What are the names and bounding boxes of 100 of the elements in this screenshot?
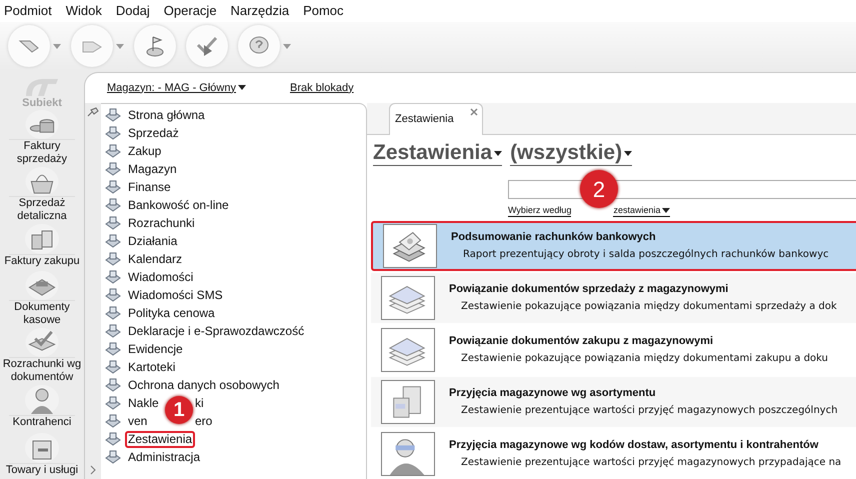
module-icon [105, 288, 121, 302]
dropdown-caret-icon[interactable] [53, 44, 61, 48]
dropdown-caret-icon[interactable] [283, 44, 291, 48]
report-description: Zestawienie prezentujące wartości przyjęć magazynowych przypadające na [460, 456, 842, 470]
nav-item[interactable]: Polityka cenowa [125, 304, 218, 322]
sidebar-item[interactable]: Rozrachunki wg dokumentów [0, 327, 84, 384]
lock-link[interactable]: Brak blokady [290, 80, 354, 96]
nav-item-text: ki [195, 395, 204, 412]
sidebar-item[interactable]: Faktury zakupu [0, 223, 84, 270]
module-icon [105, 144, 121, 158]
module-icon [105, 378, 121, 392]
nav-item[interactable]: Zakup [125, 142, 164, 160]
sidebar-item[interactable]: Faktury sprzedaży [0, 109, 84, 166]
close-icon[interactable] [470, 108, 478, 116]
menu-item[interactable]: Operacje [164, 1, 217, 21]
module-icon [105, 306, 121, 320]
category-dropdown[interactable]: Zestawienia [373, 141, 502, 166]
search-mode-dropdown[interactable]: Wybierz według [508, 205, 572, 217]
module-icon [105, 252, 121, 266]
nav-item[interactable]: ven [125, 414, 150, 428]
box-icon [24, 432, 60, 463]
toolbar-button[interactable] [186, 25, 228, 67]
tab[interactable]: Zestawienia [389, 103, 483, 135]
pin-icon[interactable] [87, 107, 99, 117]
toolbar-button[interactable] [71, 25, 113, 67]
menu-item[interactable]: Pomoc [303, 1, 344, 21]
nav-item[interactable]: Strona główna [125, 106, 208, 124]
person-icon [24, 384, 60, 416]
menu-item[interactable]: Podmiot [4, 1, 52, 21]
boxes-icon [24, 223, 60, 254]
report-item[interactable]: Przyjęcia magazynowe wg asortymentu Zestawienie prezentujące wartości przyjęć magazynowych poszczególnych [371, 377, 856, 427]
nav-item[interactable]: Ewidencje [125, 340, 186, 358]
basket-icon [24, 166, 60, 196]
nav-item[interactable]: Rozrachunki [125, 214, 198, 232]
filter-dropdown[interactable]: (wszystkie) [510, 141, 632, 166]
arrow-icon [18, 38, 40, 54]
module-icon [105, 180, 121, 194]
module-icon [105, 396, 121, 410]
report-description: Zestawienie pokazujące powiązania między dokumentami zakupu a doku [460, 352, 828, 366]
flag-icon [145, 35, 165, 57]
module-icon [105, 126, 121, 140]
sidebar-item[interactable]: Sprzedaż detaliczna [0, 166, 84, 224]
search-mode-text[interactable]: zestawienia [613, 205, 670, 217]
report-icon [381, 328, 435, 372]
toolbar-button[interactable] [8, 25, 50, 67]
check-icon [24, 327, 60, 358]
report-icon [381, 380, 435, 424]
module-icon [105, 162, 121, 176]
chevron-right-icon[interactable] [90, 465, 96, 475]
nav-item[interactable]: Administracja [125, 448, 204, 466]
nav-item[interactable]: Zestawienia [125, 430, 196, 448]
toolbar-button[interactable] [134, 25, 176, 67]
nav-item[interactable]: Ochrona danych osobowych [125, 376, 282, 394]
module-icon [105, 342, 121, 356]
sidebar-item[interactable]: Towary i usługi [0, 432, 84, 479]
nav-item[interactable]: Deklaracje i e-Sprawozdawczość [125, 322, 308, 340]
report-icon [383, 224, 437, 268]
menu-item[interactable]: Widok [66, 1, 102, 21]
nav-item[interactable]: Działania [125, 232, 180, 250]
module-icon [105, 324, 121, 338]
module-icon [105, 432, 121, 446]
module-icon [105, 360, 121, 374]
module-icon [105, 270, 121, 284]
caret-icon [494, 150, 502, 156]
sidebar-item[interactable]: Kontrahenci [0, 384, 84, 432]
check-icon [196, 35, 218, 57]
report-description: Raport prezentujący obroty i salda poszczególnych rachunków bankowyc [462, 248, 829, 262]
nav-item[interactable]: Nakle [125, 396, 162, 410]
module-icon [105, 234, 121, 248]
nav-item[interactable]: Magazyn [125, 160, 180, 178]
report-item[interactable]: Podsumowanie rachunków bankowych Raport prezentujący obroty i salda poszczególnych rachunków bankowyc [371, 221, 856, 271]
app-logo: Subiekt [22, 76, 62, 110]
nav-item[interactable]: Bankowość on-line [125, 196, 232, 214]
nav-item-text: ero [195, 413, 212, 430]
report-icon [381, 276, 435, 320]
report-item[interactable]: Powiązanie dokumentów sprzedaży z magazynowymi Zestawienie pokazujące powiązania między dokumentami sprzedaży a dok [371, 273, 856, 323]
nav-item[interactable]: Sprzedaż [125, 124, 182, 142]
caret-icon [662, 208, 670, 214]
menu-item[interactable]: Dodaj [116, 1, 150, 21]
nav-item[interactable]: Kartoteki [125, 358, 178, 376]
module-icon [105, 450, 121, 464]
nav-item[interactable]: Finanse [125, 178, 174, 196]
report-title: Powiązanie dokumentów sprzedaży z magazynowymi [449, 282, 730, 297]
caret-icon [238, 85, 246, 90]
report-icon [381, 432, 435, 476]
module-icon [105, 198, 121, 212]
caret-icon [624, 150, 632, 156]
report-title: Podsumowanie rachunków bankowych [451, 230, 657, 245]
nav-item[interactable]: Wiadomości SMS [125, 286, 226, 304]
report-title: Przyjęcia magazynowe wg asortymentu [449, 386, 657, 401]
warehouse-dropdown[interactable]: Magazyn: - MAG - Główny [107, 80, 246, 96]
module-icon [105, 108, 121, 122]
nav-item[interactable]: Wiadomości [125, 268, 196, 286]
dropdown-caret-icon[interactable] [116, 44, 124, 48]
menu-item[interactable]: Narzędzia [230, 1, 290, 21]
module-icon [105, 216, 121, 230]
toolbar-button[interactable] [238, 25, 280, 67]
report-description: Zestawienie prezentujące wartości przyjęć magazynowych poszczególnych [460, 404, 838, 418]
nav-item[interactable]: Kalendarz [125, 250, 186, 268]
sidebar-item[interactable]: Dokumenty kasowe [0, 270, 84, 328]
